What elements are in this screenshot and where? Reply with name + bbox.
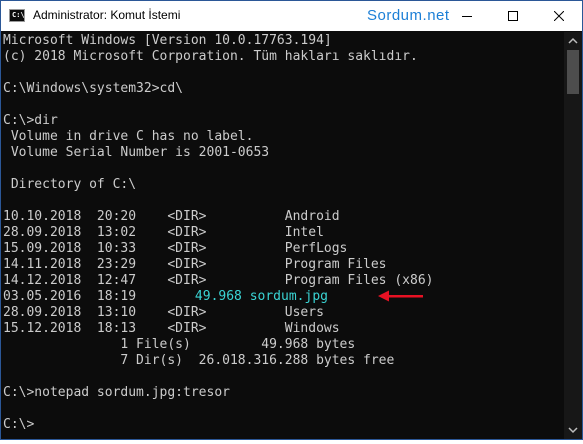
console-line: 15.12.2018 18:13 <DIR> Windows [3,321,340,336]
console-line: 28.09.2018 13:02 <DIR> Intel [3,225,324,240]
title-bar[interactable]: C:\. Administrator: Komut İstemi Sordum.… [1,1,582,31]
console-output[interactable]: Microsoft Windows [Version 10.0.17763.19… [1,32,564,439]
chevron-up-icon [568,37,578,44]
console-line: 14.11.2018 23:29 <DIR> Program Files [3,257,387,272]
console-line: C:\>notepad sordum.jpg:tresor [3,385,230,400]
cmd-window: C:\. Administrator: Komut İstemi Sordum.… [0,0,583,440]
scroll-up-button[interactable] [564,32,582,50]
console-line: Volume Serial Number is 2001-0653 [3,145,270,160]
vertical-scrollbar[interactable] [564,32,582,439]
scroll-thumb[interactable] [567,50,579,94]
console-line: Microsoft Windows [Version 10.0.17763.19… [3,33,332,48]
cmd-icon-glyph: C:\. [12,11,29,19]
console-line: 15.09.2018 10:33 <DIR> PerfLogs [3,241,348,256]
close-button[interactable] [536,1,582,31]
console-line: C:\>dir [3,113,58,128]
console-line: Directory of C:\ [3,177,137,192]
console-line: C:\Windows\system32>cd\ [3,81,184,96]
maximize-icon [508,11,518,21]
window-title: Administrator: Komut İstemi [33,8,181,22]
console-line: Volume in drive C has no label. [3,129,254,144]
minimize-button[interactable] [444,1,490,31]
console-line: 1 File(s) 49.968 bytes [3,337,356,352]
console-line: (c) 2018 Microsoft Corporation. Tüm hakl… [3,49,418,64]
chevron-down-icon [568,427,578,434]
cmd-app-icon[interactable]: C:\. [9,9,29,22]
minimize-icon [462,16,472,17]
scroll-down-button[interactable] [564,421,582,439]
close-icon [554,11,564,21]
console-line: 10.10.2018 20:20 <DIR> Android [3,209,340,224]
red-arrow-icon [378,290,423,302]
console-line: C:\> [3,417,35,432]
console-line: 7 Dir(s) 26.018.316.288 bytes free [3,353,395,368]
console-line: 28.09.2018 13:10 <DIR> Users [3,305,324,320]
highlighted-file-entry: 49.968 sordum.jpg [101,289,328,304]
console-line: 14.12.2018 12:47 <DIR> Program Files (x8… [3,273,434,288]
watermark-logo: Sordum.net [367,7,450,24]
maximize-button[interactable] [490,1,536,31]
